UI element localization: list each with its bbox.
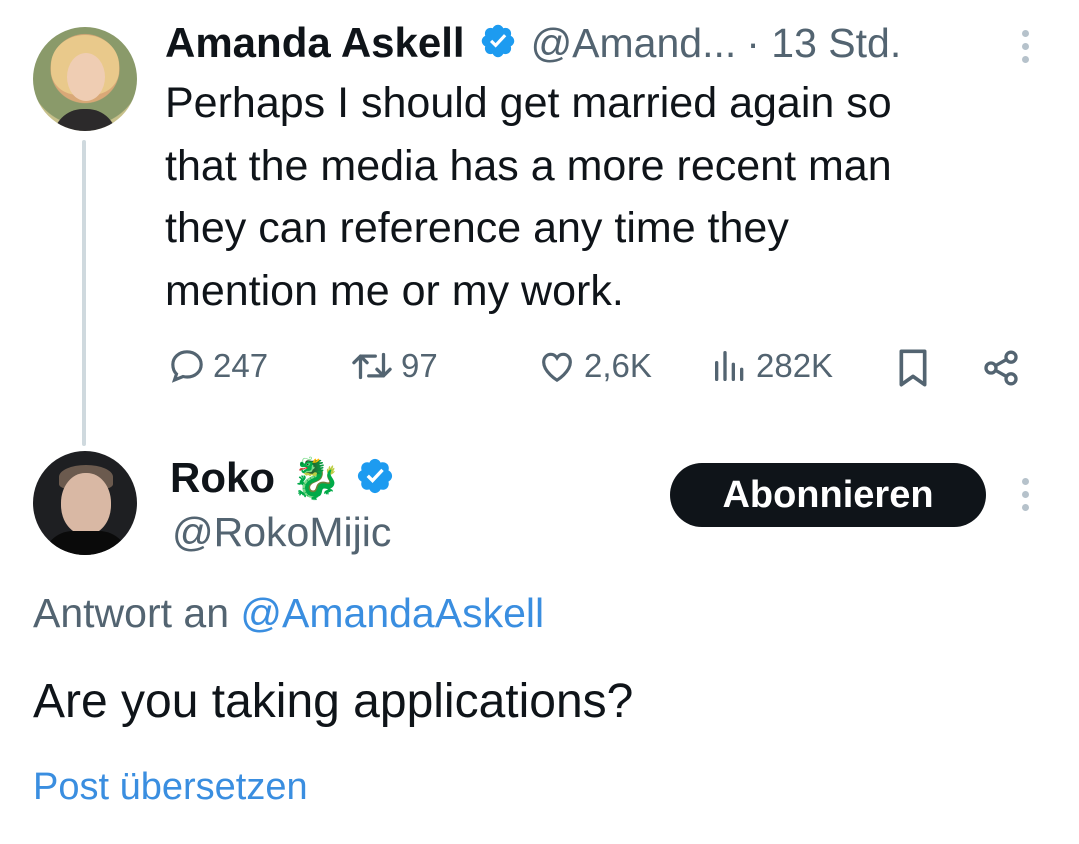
verified-badge-icon [355, 456, 395, 501]
tweet-text-line: that the media has a more recent man [165, 141, 892, 190]
reply-header: Roko 🐉 [170, 449, 395, 507]
tweet-text: Perhaps I should get married again so th… [165, 72, 1025, 322]
author-name[interactable]: Amanda Askell [165, 19, 465, 67]
views-button[interactable]: 282K [710, 346, 833, 386]
more-icon[interactable] [1020, 30, 1030, 63]
reply-count: 247 [213, 347, 269, 384]
verified-badge-icon [479, 22, 517, 65]
tweet-text-line: they can reference any time they [165, 204, 789, 252]
tweet-time[interactable]: · 13 Std. [746, 20, 901, 67]
reply-author-handle[interactable]: @RokoMijic [172, 509, 391, 556]
like-count: 2,6K [584, 347, 652, 384]
roko-avatar[interactable] [33, 451, 137, 555]
share-icon [984, 350, 1018, 386]
views-icon [715, 351, 744, 381]
translate-post-link[interactable]: Post übersetzen [33, 766, 308, 809]
repost-button[interactable]: 97 [349, 346, 438, 386]
repost-count: 97 [401, 347, 438, 384]
tweet-header: Amanda Askell @Amand... · 13 Std. [165, 16, 911, 70]
repost-icon [352, 352, 392, 380]
dragon-emoji-icon: 🐉 [291, 456, 341, 501]
reply-button[interactable]: 247 [167, 346, 268, 386]
views-count: 282K [756, 347, 834, 384]
author-handle[interactable]: @Amand... [531, 20, 737, 67]
reply-to-line: Antwort an @AmandaAskell [33, 590, 544, 637]
reply-more-icon[interactable] [1020, 478, 1030, 511]
tweet-text-line: Perhaps I should get married again so [165, 79, 892, 127]
bookmark-icon [899, 349, 927, 387]
thread-line [82, 140, 86, 446]
reply-text: Are you taking applications? [33, 675, 634, 728]
tweet-text-line: mention me or my work. [165, 266, 624, 315]
like-icon [542, 352, 572, 383]
bookmark-button[interactable] [893, 346, 933, 395]
subscribe-button[interactable]: Abonnieren [670, 463, 986, 527]
amanda-avatar[interactable] [33, 27, 137, 131]
reply-icon [171, 350, 203, 383]
share-button[interactable] [980, 348, 1022, 393]
reply-to-mention[interactable]: @AmandaAskell [240, 590, 544, 636]
reply-author-name[interactable]: Roko [170, 454, 275, 502]
like-button[interactable]: 2,6K [536, 346, 652, 386]
reply-to-prefix: Antwort an [33, 590, 229, 636]
